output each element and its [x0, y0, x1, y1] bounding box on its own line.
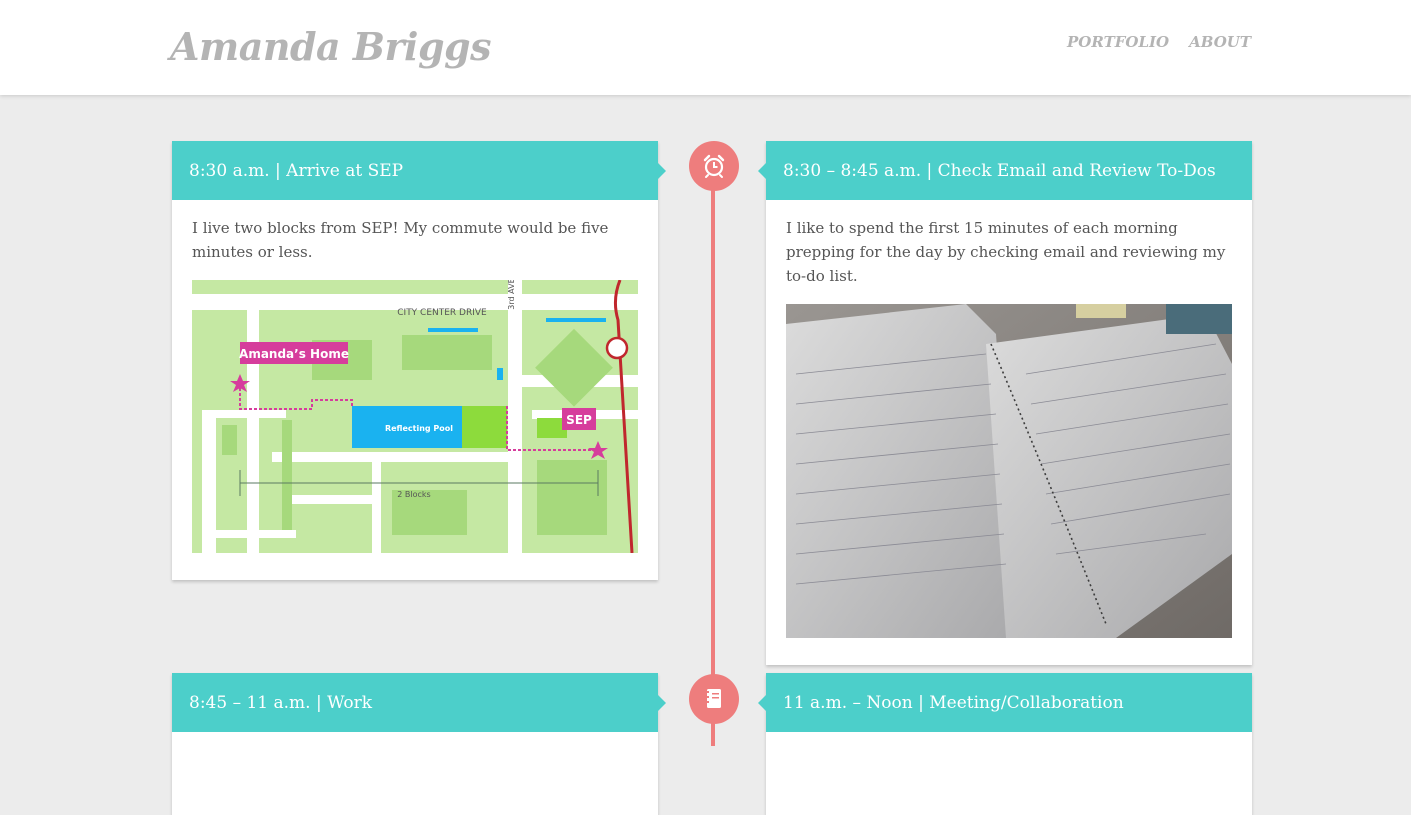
notebook-photo [786, 304, 1232, 638]
card-title: 8:45 – 11 a.m. | Work [172, 673, 666, 732]
site-header: Amanda Briggs PORTFOLIO ABOUT [0, 0, 1411, 95]
card-text: I like to spend the first 15 minutes of … [786, 219, 1226, 285]
timeline-card: 8:45 – 11 a.m. | Work [172, 673, 666, 815]
map-destination-label: SEP [566, 413, 592, 427]
notebook-icon [706, 689, 721, 708]
main-nav: PORTFOLIO ABOUT [1067, 33, 1251, 51]
card-title: 8:30 a.m. | Arrive at SEP [172, 141, 666, 200]
map-home-label: Amanda’s Home [239, 347, 349, 361]
map-distance-label: 2 Blocks [397, 490, 430, 499]
map-street-label: CITY CENTER DRIVE [397, 308, 487, 318]
map-avenue-label: 3rd AVE [507, 280, 516, 310]
card-title: 8:30 – 8:45 a.m. | Check Email and Revie… [758, 141, 1252, 200]
nav-portfolio-link[interactable]: PORTFOLIO [1067, 33, 1169, 51]
card-text: I live two blocks from SEP! My commute w… [192, 219, 609, 261]
timeline-line [711, 180, 715, 746]
site-logo[interactable]: Amanda Briggs [170, 24, 491, 69]
map-pool-label: Reflecting Pool [385, 424, 453, 433]
nav-about-link[interactable]: ABOUT [1189, 33, 1251, 51]
timeline-card: 11 a.m. – Noon | Meeting/Collaboration [758, 673, 1252, 815]
timeline-marker [689, 141, 739, 191]
timeline-marker [689, 674, 739, 724]
commute-map: CITY CENTER DRIVE 3rd AVE Amanda’s Home … [192, 280, 638, 553]
alarm-clock-icon [703, 154, 725, 178]
card-title: 11 a.m. – Noon | Meeting/Collaboration [758, 673, 1252, 732]
timeline-card: 8:30 – 8:45 a.m. | Check Email and Revie… [758, 141, 1252, 665]
timeline-card: 8:30 a.m. | Arrive at SEP I live two blo… [172, 141, 666, 580]
